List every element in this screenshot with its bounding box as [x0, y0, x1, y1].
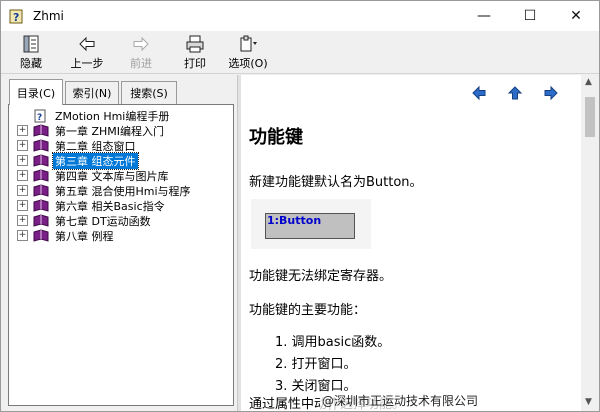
forward-button-label: 前进	[130, 57, 152, 70]
help-page-icon: ?	[34, 109, 46, 123]
topic-note: 功能键无法绑定寄存器。	[249, 269, 393, 284]
list-item: 1. 调用basic函数。	[275, 335, 391, 350]
features-title: 功能键的主要功能：	[249, 303, 367, 318]
book-icon	[33, 169, 49, 182]
topic-heading: 功能键	[249, 127, 303, 148]
tree-item[interactable]: + 第六章 相关Basic指令	[9, 198, 231, 213]
navigation-pane: 目录(C) 索引(N) 搜索(S) ? ZMotion Hmi编程手册 + 第一…	[3, 75, 237, 409]
toolbar: 隐藏 上一步 前进 打印 选项(O)	[1, 31, 599, 74]
expand-toggle[interactable]: +	[17, 125, 28, 136]
hide-button-label: 隐藏	[20, 57, 42, 70]
tree-item-label: 第六章 相关Basic指令	[55, 199, 165, 213]
svg-text:?: ?	[13, 11, 19, 24]
svg-text:?: ?	[37, 113, 42, 123]
previous-topic-icon[interactable]	[471, 85, 487, 101]
scroll-up-icon[interactable]: ▲	[585, 77, 592, 87]
scrollbar-thumb[interactable]	[585, 97, 595, 137]
back-arrow-icon	[79, 36, 95, 52]
book-icon	[33, 124, 49, 137]
tree-item[interactable]: + 第五章 混合使用Hmi与程序	[9, 183, 231, 198]
topic-content: 功能键 新建功能键默认名为Button。 1:Button 功能键无法绑定寄存器…	[241, 75, 581, 411]
book-icon	[33, 229, 49, 242]
up-topic-icon[interactable]	[507, 85, 523, 101]
tree-item-label: 第七章 DT运动函数	[55, 214, 151, 228]
tab-search[interactable]: 搜索(S)	[121, 81, 177, 104]
forward-arrow-icon	[133, 36, 149, 52]
content-scrollbar[interactable]: ▲ ▼	[581, 75, 599, 411]
window-title: Zhmi	[33, 9, 64, 23]
hide-pane-icon	[23, 35, 39, 53]
minimize-button[interactable]: —	[461, 1, 507, 31]
topic-intro: 新建功能键默认名为Button。	[249, 175, 423, 190]
forward-button[interactable]: 前进	[121, 33, 161, 71]
tree-item-label: 第八章 例程	[55, 229, 114, 243]
book-icon	[33, 184, 49, 197]
options-icon	[240, 35, 257, 52]
tree-item[interactable]: + 第八章 例程	[9, 228, 231, 243]
tree-item-label: 第二章 组态窗口	[55, 139, 136, 153]
tree-item-selected[interactable]: + 第三章 组态元件	[9, 151, 231, 170]
tab-index[interactable]: 索引(N)	[65, 81, 119, 104]
demo-button-label: 1:Button	[267, 214, 322, 227]
button-preview: 1:Button	[251, 199, 371, 249]
expand-toggle[interactable]: +	[17, 200, 28, 211]
next-topic-icon[interactable]	[543, 85, 559, 101]
expand-toggle[interactable]: +	[17, 230, 28, 241]
maximize-button[interactable]: ☐	[507, 1, 553, 31]
options-button[interactable]: 选项(O)	[223, 33, 273, 71]
tab-contents[interactable]: 目录(C)	[9, 79, 63, 105]
hide-button[interactable]: 隐藏	[11, 33, 51, 71]
tree-item-label: 第五章 混合使用Hmi与程序	[55, 184, 191, 198]
watermark: @深圳市正运动技术有限公司	[320, 392, 481, 409]
tree-item-label: 第一章 ZHMI编程入门	[55, 124, 165, 138]
help-window: ? Zhmi — ☐ ✕ 隐藏 上一步 前进 打印 选项(O) 目录(C) 索引…	[0, 0, 600, 412]
back-button[interactable]: 上一步	[65, 33, 109, 71]
tree-item-label: 第三章 组态元件	[52, 151, 139, 170]
expand-toggle[interactable]: +	[17, 215, 28, 226]
expand-toggle[interactable]: +	[17, 170, 28, 181]
book-icon	[33, 139, 49, 152]
tree-item[interactable]: + 第七章 DT运动函数	[9, 213, 231, 228]
back-button-label: 上一步	[70, 57, 104, 70]
tree-item[interactable]: + 第二章 组态窗口	[9, 138, 231, 153]
expand-toggle[interactable]: +	[17, 185, 28, 196]
print-button-label: 打印	[184, 57, 206, 70]
title-bar: ? Zhmi — ☐ ✕	[1, 1, 599, 31]
expand-toggle[interactable]: +	[17, 140, 28, 151]
tree-root-label: ZMotion Hmi编程手册	[55, 109, 170, 123]
tree-item[interactable]: + 第一章 ZHMI编程入门	[9, 123, 231, 138]
tree-root[interactable]: ? ZMotion Hmi编程手册	[9, 108, 231, 123]
book-icon	[33, 214, 49, 227]
options-button-label: 选项(O)	[228, 57, 268, 70]
list-item: 2. 打开窗口。	[275, 357, 357, 372]
expand-toggle[interactable]: +	[17, 155, 28, 166]
printer-icon	[186, 35, 204, 53]
help-app-icon: ?	[9, 9, 23, 24]
contents-tree[interactable]: ? ZMotion Hmi编程手册 + 第一章 ZHMI编程入门 + 第二章 组…	[8, 104, 234, 406]
book-icon	[33, 199, 49, 212]
tree-item-label: 第四章 文本库与图片库	[55, 169, 169, 183]
demo-button: 1:Button	[265, 213, 355, 239]
book-icon	[33, 154, 49, 167]
tree-item[interactable]: + 第四章 文本库与图片库	[9, 168, 231, 183]
print-button[interactable]: 打印	[177, 33, 213, 71]
scroll-down-icon[interactable]: ▼	[585, 397, 592, 407]
close-button[interactable]: ✕	[553, 1, 599, 31]
